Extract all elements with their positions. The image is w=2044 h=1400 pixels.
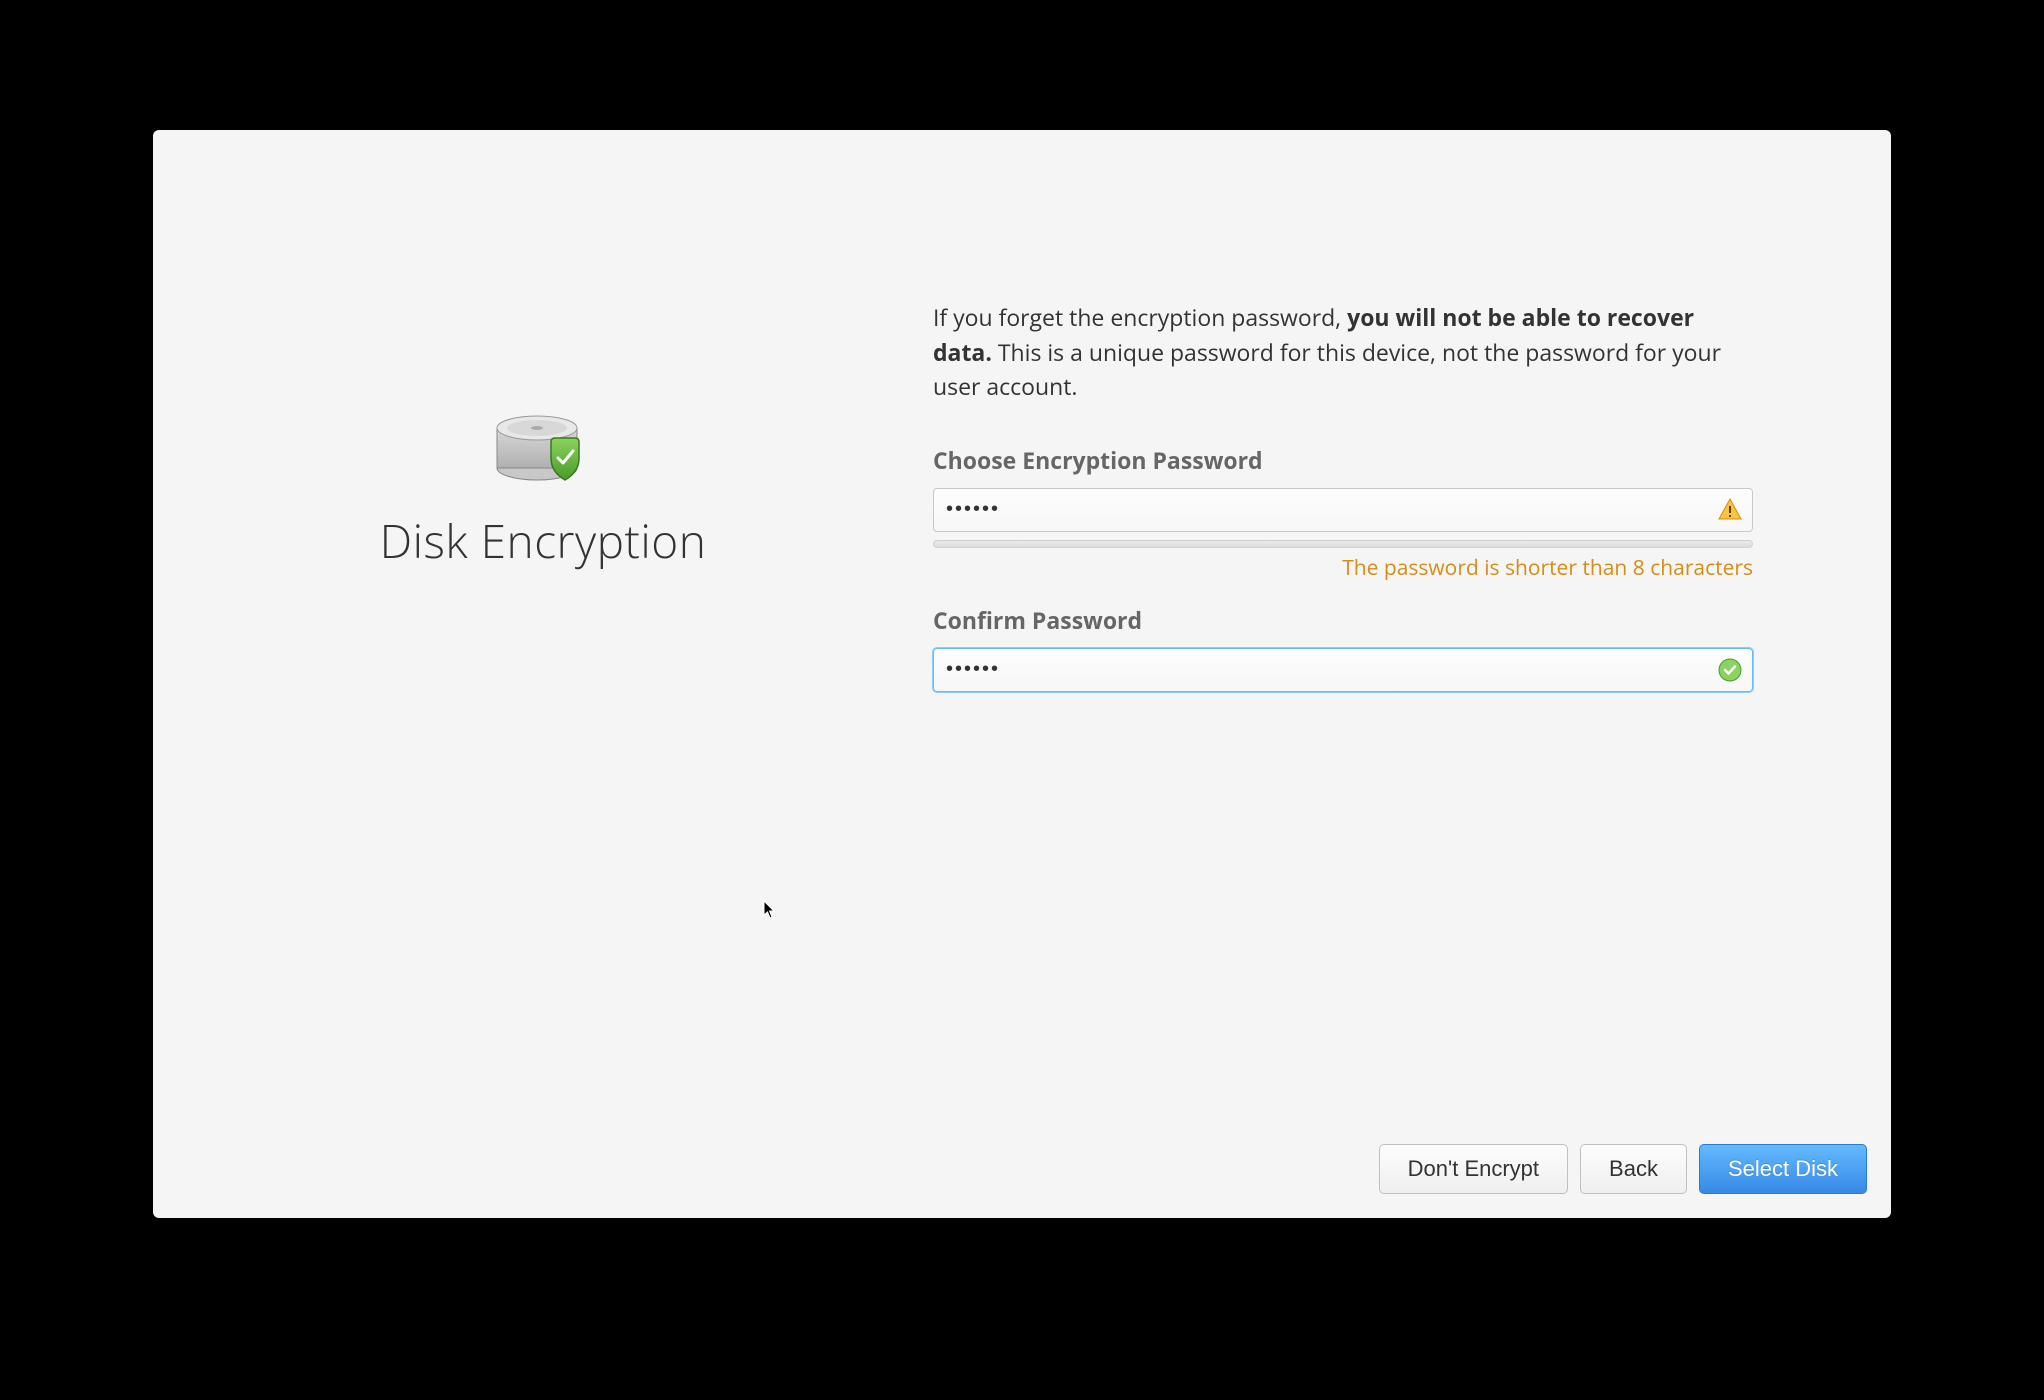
button-bar: Don't Encrypt Back Select Disk [1379, 1144, 1867, 1194]
left-pane: Disk Encryption [153, 130, 933, 1218]
info-prefix: If you forget the encryption password, [933, 301, 1347, 333]
choose-password-label: Choose Encryption Password [933, 444, 1851, 476]
info-text: If you forget the encryption password, y… [933, 300, 1753, 404]
back-button[interactable]: Back [1580, 1144, 1687, 1194]
page-title: Disk Encryption [380, 510, 707, 572]
right-pane: If you forget the encryption password, y… [933, 130, 1891, 1218]
choose-password-row [933, 488, 1753, 532]
password-strength-bar [933, 540, 1753, 548]
confirm-password-input[interactable] [933, 648, 1753, 692]
select-disk-button[interactable]: Select Disk [1699, 1144, 1867, 1194]
check-icon [1717, 657, 1743, 683]
password-strength-message: The password is shorter than 8 character… [933, 554, 1753, 582]
disk-shield-icon [493, 410, 593, 490]
choose-password-input[interactable] [933, 488, 1753, 532]
info-suffix: This is a unique password for this devic… [933, 336, 1721, 403]
installer-window: Disk Encryption If you forget the encryp… [153, 130, 1891, 1218]
dont-encrypt-button[interactable]: Don't Encrypt [1379, 1144, 1568, 1194]
confirm-password-label: Confirm Password [933, 604, 1851, 636]
warning-icon [1717, 497, 1743, 523]
confirm-password-row [933, 648, 1753, 692]
